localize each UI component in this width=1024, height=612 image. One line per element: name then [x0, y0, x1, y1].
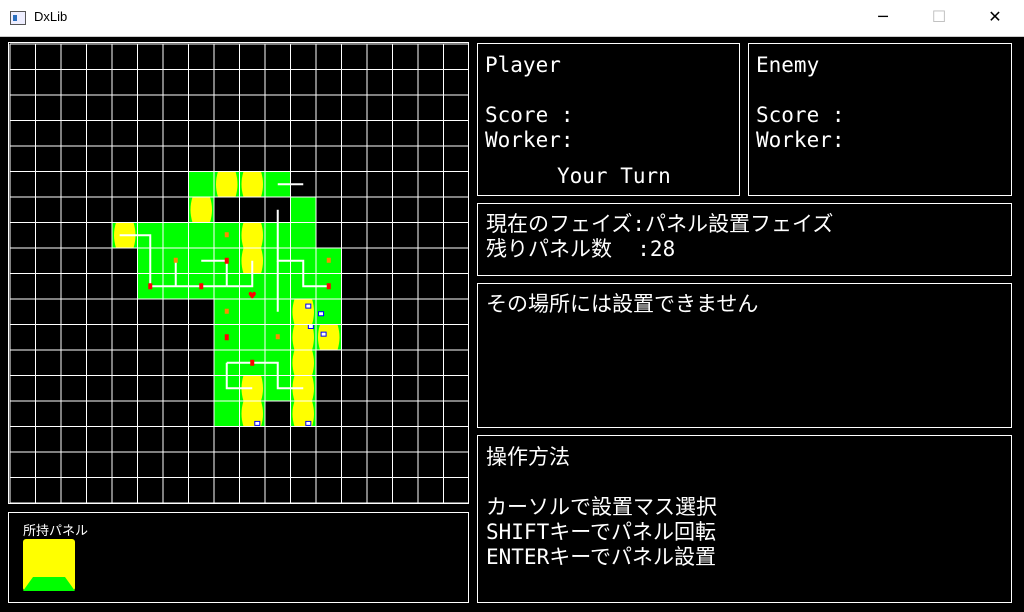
- close-button[interactable]: ✕: [972, 0, 1018, 36]
- player-score-label: Score :: [485, 103, 574, 127]
- window-title: DxLib: [34, 9, 68, 24]
- tile-city: [292, 350, 314, 376]
- current-phase: 現在のフェイズ:パネル設置フェイズ: [486, 212, 834, 236]
- shield-token: [305, 303, 312, 309]
- grid-lines: [9, 43, 468, 503]
- player-panel: Player Score : Worker: Your Turn: [477, 43, 740, 196]
- turn-indicator: Your Turn: [557, 164, 671, 188]
- phase-panel: 現在のフェイズ:パネル設置フェイズ 残りパネル数 :28: [477, 203, 1012, 276]
- app-icon: [10, 11, 26, 25]
- monastery-marker: [326, 257, 331, 263]
- minimize-button[interactable]: ─: [860, 0, 906, 36]
- shield-token: [320, 331, 327, 337]
- shield-token: [318, 311, 325, 317]
- tile-city: [318, 324, 340, 350]
- road-marker: [199, 283, 204, 290]
- tile-grass: [290, 222, 316, 248]
- controls-line-3: ENTERキーでパネル設置: [486, 545, 716, 569]
- road-marker: [148, 283, 153, 290]
- road-marker: [224, 334, 229, 341]
- player-worker-label: Worker:: [485, 128, 574, 152]
- tile-grass: [239, 299, 265, 325]
- tile-city: [190, 197, 212, 223]
- controls-panel: 操作方法 カーソルで設置マス選択 SHIFTキーでパネル回転 ENTERキーでパ…: [477, 435, 1012, 603]
- shield-token: [305, 420, 312, 426]
- enemy-worker-label: Worker:: [756, 128, 845, 152]
- message-panel: その場所には設置できません: [477, 283, 1012, 428]
- monastery-marker: [173, 257, 178, 263]
- monastery-marker: [275, 334, 280, 340]
- enemy-panel: Enemy Score : Worker:: [748, 43, 1012, 196]
- title-bar: DxLib ─ ☐ ✕: [0, 0, 1024, 37]
- tile-grass: [290, 197, 316, 223]
- tile-city: [292, 299, 314, 325]
- monastery-marker: [224, 308, 229, 314]
- enemy-score-label: Score :: [756, 103, 845, 127]
- tile-city: [216, 171, 238, 197]
- monastery-marker: [224, 232, 229, 238]
- tile-grass: [188, 171, 214, 197]
- tile-grass: [188, 222, 214, 248]
- owned-panel-box: 所持パネル: [8, 512, 469, 603]
- message-text: その場所には設置できません: [486, 292, 759, 316]
- tile-grass: [214, 401, 240, 427]
- remaining-panels: 残りパネル数 :28: [486, 237, 676, 261]
- controls-line-2: SHIFTキーでパネル回転: [486, 520, 716, 544]
- road-marker: [250, 359, 255, 366]
- worker-marker: ♥: [248, 291, 257, 302]
- road-marker: [224, 257, 229, 264]
- maximize-button[interactable]: ☐: [916, 0, 962, 36]
- road-marker: [326, 283, 331, 290]
- player-title: Player: [485, 53, 561, 77]
- controls-line-1: カーソルで設置マス選択: [486, 495, 717, 519]
- shield-token: [254, 420, 261, 426]
- board-grid[interactable]: ♥: [9, 43, 468, 503]
- tile-city: [241, 171, 263, 197]
- shield-token: [307, 324, 314, 329]
- game-board[interactable]: ♥: [8, 42, 469, 504]
- owned-panel-tile[interactable]: [23, 539, 75, 591]
- enemy-title: Enemy: [756, 53, 820, 77]
- tile-city: [241, 222, 263, 248]
- tile-grass: [239, 324, 265, 350]
- controls-title: 操作方法: [486, 445, 570, 469]
- tile-grass: [163, 222, 189, 248]
